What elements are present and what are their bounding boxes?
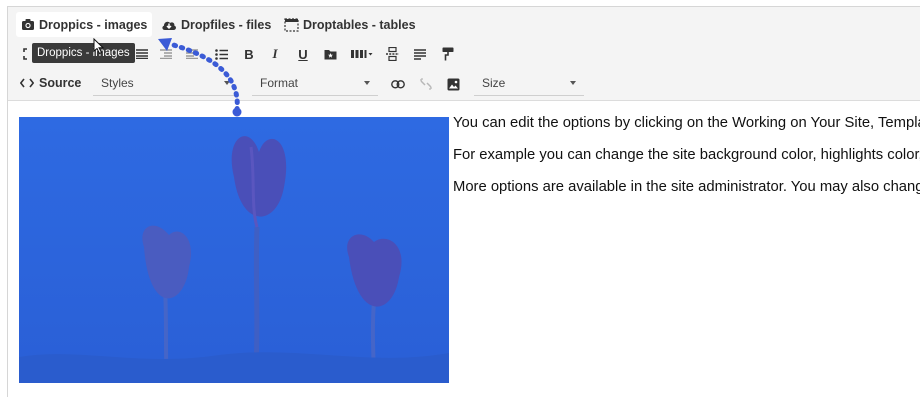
- italic-label: I: [272, 46, 278, 61]
- outdent-icon: [160, 49, 172, 59]
- underline-label: U: [298, 46, 308, 62]
- columns-dropdown[interactable]: [350, 43, 374, 65]
- align-justify-button[interactable]: [134, 43, 150, 65]
- chevron-down-icon: [570, 81, 576, 85]
- content-paragraph: For example you can change the site back…: [453, 147, 920, 163]
- source-button[interactable]: Source: [20, 73, 81, 93]
- styles-placeholder: Styles: [101, 75, 134, 90]
- content-paragraph: More options are available in the site a…: [453, 179, 920, 195]
- bullet-list-icon: [214, 48, 228, 60]
- content-paragraph: You can edit the options by clicking on …: [453, 115, 920, 131]
- camera-icon: [22, 19, 34, 30]
- cloud-download-icon: [162, 21, 176, 30]
- underline-button[interactable]: U: [296, 43, 310, 65]
- tulip-photo: [19, 117, 449, 383]
- indent-icon: [186, 49, 198, 59]
- tooltip: Droppics - images: [32, 43, 135, 63]
- unlink-icon: [420, 78, 432, 90]
- chevron-down-icon: [224, 81, 230, 85]
- format-select[interactable]: Format: [252, 70, 378, 96]
- tab-droppics[interactable]: Droppics - images: [16, 12, 153, 37]
- bold-button[interactable]: B: [242, 43, 256, 65]
- editor-toolbar: Droppics - images Dropfiles - files Drop…: [8, 7, 920, 101]
- chevron-down-icon: [364, 81, 370, 85]
- source-label: Source: [39, 76, 82, 90]
- image-icon: [447, 78, 459, 90]
- mouse-cursor-icon: [93, 38, 105, 55]
- insert-media-button[interactable]: [322, 43, 338, 65]
- bullet-list-button[interactable]: [213, 43, 229, 65]
- folder-star-icon: [324, 50, 336, 60]
- page-break-button[interactable]: [384, 43, 400, 65]
- outdent-button[interactable]: [158, 43, 174, 65]
- paint-roller-icon: [442, 47, 454, 61]
- tab-label: Droptables - tables: [303, 17, 416, 32]
- code-icon: [20, 78, 34, 88]
- page-break-icon: [385, 47, 399, 61]
- columns-icon: [351, 50, 373, 58]
- tab-droptables[interactable]: Droptables - tables: [284, 12, 416, 37]
- align-left-icon: [414, 48, 426, 60]
- unlink-button[interactable]: [418, 73, 434, 95]
- italic-button[interactable]: I: [268, 43, 282, 65]
- format-painter-button[interactable]: [440, 43, 456, 65]
- table-icon: [284, 17, 299, 32]
- paragraph-button[interactable]: [412, 43, 428, 65]
- styles-select[interactable]: Styles: [93, 70, 238, 96]
- tab-dropfiles[interactable]: Dropfiles - files: [161, 12, 271, 37]
- format-placeholder: Format: [260, 75, 299, 90]
- tulip-image[interactable]: [19, 117, 449, 383]
- tab-label: Droppics - images: [39, 17, 148, 32]
- editor: Droppics - images Dropfiles - files Drop…: [7, 6, 920, 397]
- insert-link-button[interactable]: [390, 73, 406, 95]
- align-justify-icon: [136, 49, 148, 59]
- link-icon: [391, 79, 405, 89]
- size-select[interactable]: Size: [474, 70, 584, 96]
- size-placeholder: Size: [482, 75, 506, 90]
- bold-label: B: [244, 46, 254, 62]
- tab-label: Dropfiles - files: [181, 17, 272, 32]
- insert-image-button[interactable]: [445, 73, 461, 95]
- indent-button[interactable]: [184, 43, 200, 65]
- editor-content[interactable]: You can edit the options by clicking on …: [453, 114, 920, 210]
